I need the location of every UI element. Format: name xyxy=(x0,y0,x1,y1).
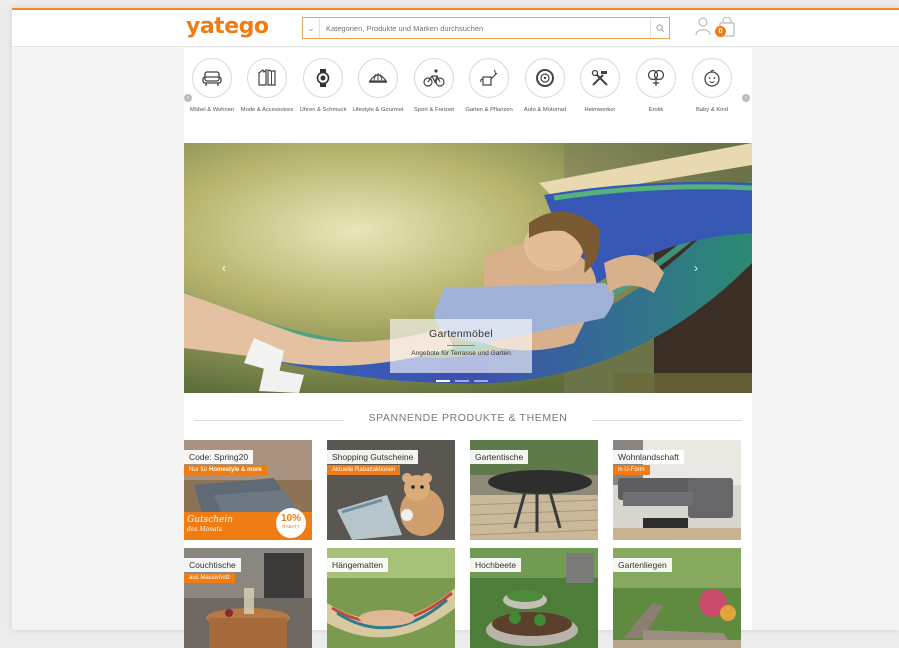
category-label: Mode & Accessoires xyxy=(240,107,294,113)
category-mode-accessoires[interactable]: Mode & Accessoires xyxy=(239,58,295,115)
yatego-logo[interactable]: yatego xyxy=(186,14,269,39)
slider-dot[interactable] xyxy=(455,380,469,382)
category-circle xyxy=(636,58,676,98)
category-circle xyxy=(247,58,287,98)
category-label: Erotik xyxy=(648,107,664,113)
tile-gartenliegen[interactable]: Gartenliegen xyxy=(613,548,741,648)
cart-count-badge: 0 xyxy=(715,26,726,37)
tile-gartentische[interactable]: Gartentische xyxy=(470,440,598,540)
tile-tag-bold: Homestyle & more xyxy=(209,467,262,473)
category-baby-kind[interactable]: Baby & Kind xyxy=(684,58,740,115)
header-bar: yatego ⌄ 0 xyxy=(12,10,899,47)
tire-icon xyxy=(536,69,554,87)
hero-caption[interactable]: Gartenmöbel Angebote für Terrasse und Ga… xyxy=(390,319,532,373)
category-label: Uhren & Schmuck xyxy=(299,107,347,113)
category-label: Auto & Motorrad xyxy=(523,107,567,113)
category-uhren-schmuck[interactable]: Uhren & Schmuck xyxy=(295,58,351,115)
category-heimwerker[interactable]: Heimwerker xyxy=(572,58,628,115)
tile-haengematten[interactable]: Hängematten xyxy=(327,548,455,648)
search-input[interactable] xyxy=(320,19,650,37)
baby-icon xyxy=(704,69,720,87)
tile-tag: Aktuelle Rabattaktionen xyxy=(327,465,401,475)
promo-word: Gutschein xyxy=(187,515,234,525)
tile-label: Shopping Gutscheine xyxy=(327,450,419,464)
tools-icon xyxy=(591,69,608,86)
category-circle xyxy=(358,58,398,98)
tile-tag-prefix: Nur für xyxy=(189,467,210,473)
promo-text: Gutschein des Monats xyxy=(187,516,233,533)
watch-icon xyxy=(316,69,330,87)
bicycle-icon xyxy=(423,69,445,87)
category-circle xyxy=(414,58,454,98)
tile-label: Gartentische xyxy=(470,450,529,464)
slider-dots xyxy=(436,380,488,382)
tile-label: Couchtische xyxy=(184,558,241,572)
food-icon xyxy=(368,73,388,83)
tile-wohnlandschaft[interactable]: Wohnlandschaft in U-Form xyxy=(613,440,741,540)
tile-shopping-gutscheine[interactable]: Shopping Gutscheine Aktuelle Rabattaktio… xyxy=(327,440,455,540)
discount-text: RABATT xyxy=(282,524,300,529)
search-category-dropdown[interactable]: ⌄ xyxy=(303,18,320,38)
category-carousel: ‹ › Möbel & Wohnen Mode & Accessoires Uh… xyxy=(184,58,752,138)
main-content: ‹ › Möbel & Wohnen Mode & Accessoires Uh… xyxy=(184,48,752,648)
category-label: Garten & Pflanzen xyxy=(465,107,513,113)
search-button[interactable] xyxy=(650,18,669,38)
slider-dot[interactable] xyxy=(474,380,488,382)
search-bar: ⌄ xyxy=(302,17,670,39)
category-label: Heimwerker xyxy=(584,107,616,113)
hero-next-arrow[interactable]: › xyxy=(694,261,698,275)
category-label: Lifestyle & Gourmet xyxy=(352,107,404,113)
clothing-icon xyxy=(258,68,276,86)
tile-couchtische[interactable]: Couchtische aus Massivholz xyxy=(184,548,312,648)
tile-hochbeete[interactable]: Hochbeete xyxy=(470,548,598,648)
category-lifestyle-gourmet[interactable]: Lifestyle & Gourmet xyxy=(350,58,406,115)
category-erotik[interactable]: Erotik xyxy=(628,58,684,115)
discount-percent: 10% xyxy=(280,513,301,524)
tile-tag: aus Massivholz xyxy=(184,573,236,583)
divider xyxy=(447,345,475,346)
hero-title: Gartenmöbel xyxy=(429,328,493,340)
category-circle xyxy=(692,58,732,98)
category-circle xyxy=(192,58,232,98)
tile-code-spring20[interactable]: Code: Spring20 Nur für Homestyle & more … xyxy=(184,440,312,540)
hero-banner[interactable]: ‹ › Gartenmöbel Angebote für Terrasse un… xyxy=(184,143,752,393)
category-label: Baby & Kind xyxy=(696,107,728,113)
category-circle xyxy=(469,58,509,98)
tile-tag: Nur für Homestyle & more xyxy=(184,465,267,475)
tile-label: Gartenliegen xyxy=(613,558,672,572)
search-icon xyxy=(655,23,664,32)
category-circle xyxy=(580,58,620,98)
tile-label: Hochbeete xyxy=(470,558,522,572)
category-auto-motorrad[interactable]: Auto & Motorrad xyxy=(517,58,573,115)
category-label: Möbel & Wohnen xyxy=(189,107,235,113)
tile-label: Hängematten xyxy=(327,558,389,572)
category-label: Sport & Freizeit xyxy=(414,107,454,113)
category-circle xyxy=(303,58,343,98)
watering-can-icon xyxy=(480,69,498,86)
hero-subtitle: Angebote für Terrasse und Garten xyxy=(411,350,511,357)
tile-label: Wohnlandschaft xyxy=(613,450,684,464)
carousel-next-arrow[interactable]: › xyxy=(742,94,750,102)
tile-tag: in U-Form xyxy=(613,465,650,475)
hero-prev-arrow[interactable]: ‹ xyxy=(222,261,226,275)
category-circle xyxy=(525,58,565,98)
browser-page: yatego ⌄ 0 ‹ › xyxy=(12,8,899,648)
armchair-icon xyxy=(202,71,222,86)
promo-small: des Monats xyxy=(187,525,223,533)
erotic-icon xyxy=(647,69,665,86)
user-account-icon[interactable] xyxy=(695,16,711,36)
tile-label: Code: Spring20 xyxy=(184,450,254,464)
chevron-down-icon: ⌄ xyxy=(307,22,315,33)
section-title: SPANNENDE PRODUKTE & THEMEN xyxy=(368,412,568,424)
discount-badge: 10% RABATT xyxy=(276,508,306,538)
category-moebel-wohnen[interactable]: Möbel & Wohnen xyxy=(184,58,240,115)
category-sport-freizeit[interactable]: Sport & Freizeit xyxy=(406,58,462,115)
slider-dot[interactable] xyxy=(436,380,450,382)
category-garten-pflanzen[interactable]: Garten & Pflanzen xyxy=(461,58,517,115)
